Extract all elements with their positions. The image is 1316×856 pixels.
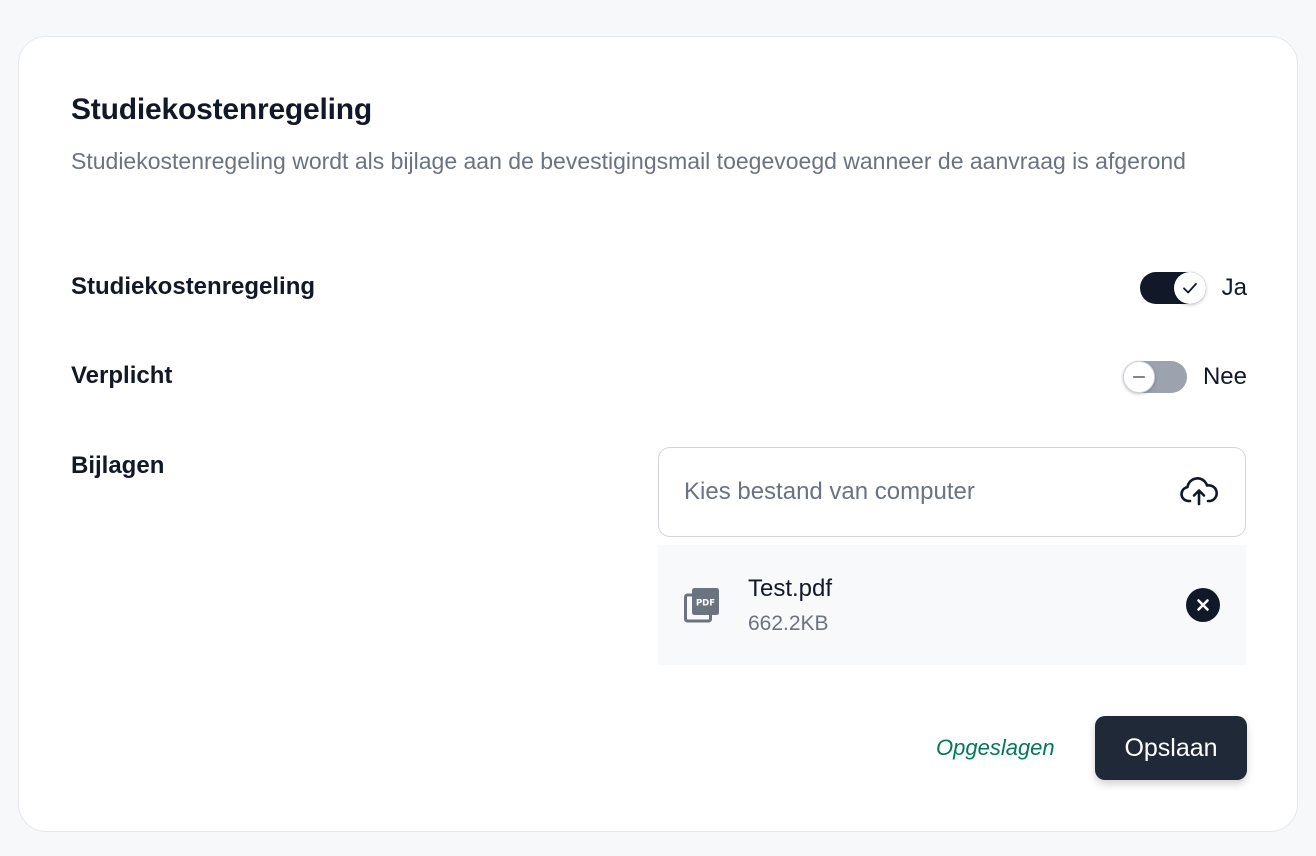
file-upload-input[interactable]: Kies bestand van computer — [658, 447, 1246, 537]
required-label: Verplicht — [71, 362, 173, 389]
required-toggle-group: Nee — [1122, 361, 1247, 393]
cloud-upload-icon — [1180, 477, 1218, 506]
attachment-file-item: PDF Test.pdf 662.2KB — [658, 545, 1246, 665]
enabled-label: Studiekostenregeling — [71, 273, 316, 300]
upload-placeholder: Kies bestand van computer — [684, 478, 975, 505]
save-button[interactable]: Opslaan — [1095, 716, 1247, 780]
remove-file-button[interactable] — [1186, 588, 1220, 622]
enabled-value-text: Ja — [1221, 274, 1247, 301]
attachments-label: Bijlagen — [71, 452, 165, 479]
toggle-knob — [1173, 272, 1206, 304]
section-title: Studiekostenregeling — [71, 93, 373, 126]
section-description: Studiekostenregeling wordt als bijlage a… — [71, 148, 1186, 174]
enabled-toggle-group: Ja — [1139, 272, 1247, 304]
enabled-toggle[interactable] — [1139, 272, 1206, 304]
file-size: 662.2KB — [748, 612, 829, 635]
file-info: Test.pdf 662.2KB — [748, 574, 1186, 636]
svg-text:PDF: PDF — [696, 599, 715, 609]
minus-icon — [1132, 376, 1146, 378]
check-icon — [1182, 282, 1197, 294]
required-value-text: Nee — [1202, 363, 1247, 390]
file-name: Test.pdf — [748, 575, 833, 602]
pdf-file-icon: PDF — [684, 588, 719, 623]
settings-card: Studiekostenregeling Studiekostenregelin… — [18, 36, 1298, 832]
saved-status-text: Opgeslagen — [936, 735, 1055, 760]
required-toggle[interactable] — [1122, 361, 1187, 393]
close-icon — [1197, 599, 1209, 611]
toggle-knob — [1122, 361, 1155, 393]
